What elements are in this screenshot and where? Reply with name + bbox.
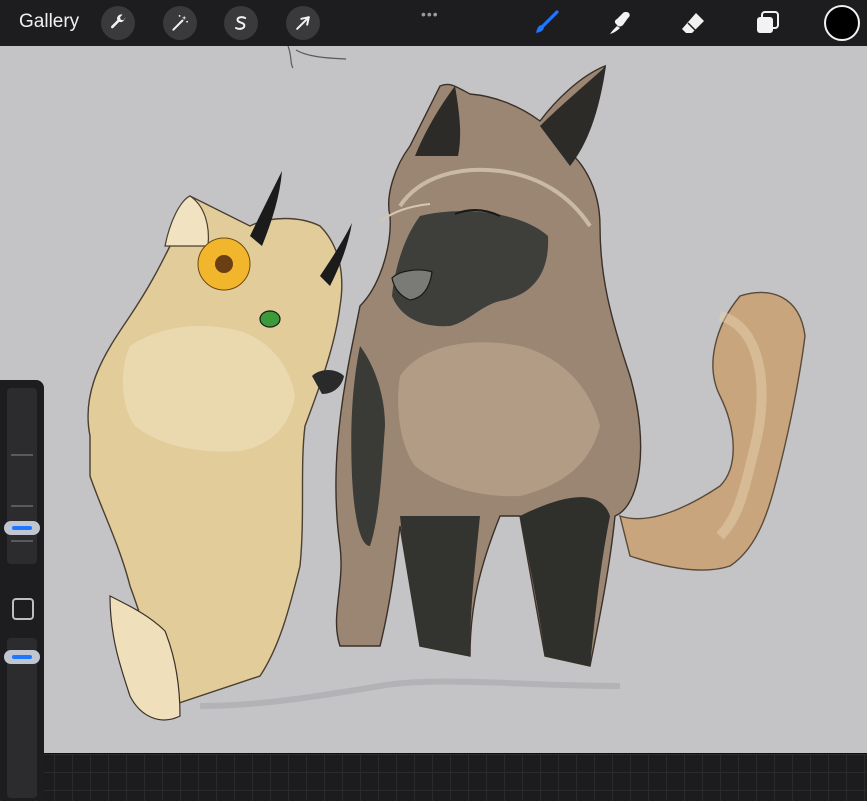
brush-opacity-thumb[interactable] — [4, 649, 40, 664]
brush-icon — [536, 10, 559, 33]
adjustments-button[interactable] — [163, 6, 197, 40]
eraser-tool-button[interactable] — [676, 6, 710, 40]
sunflower-accent — [197, 237, 251, 291]
color-picker-button[interactable] — [824, 5, 860, 41]
top-toolbar: Gallery ••• — [0, 0, 867, 46]
more-options-handle[interactable]: ••• — [421, 6, 439, 22]
artwork-illustration — [0, 46, 867, 753]
slider-tick — [11, 505, 33, 507]
brush-size-thumb[interactable] — [4, 520, 40, 535]
gallery-button[interactable]: Gallery — [19, 11, 79, 33]
drawing-canvas[interactable] — [0, 46, 867, 753]
eraser-icon — [682, 13, 704, 33]
slider-tick — [11, 540, 33, 542]
transform-button[interactable] — [286, 6, 320, 40]
brush-tool-button[interactable] — [529, 6, 563, 40]
wrench-icon — [110, 14, 126, 29]
workspace-background — [0, 753, 867, 801]
arrow-cursor-icon — [296, 16, 310, 30]
left-sidebar — [0, 380, 44, 800]
selection-s-icon — [235, 16, 247, 30]
selection-button[interactable] — [224, 6, 258, 40]
smudge-icon — [610, 12, 630, 34]
brush-size-slider[interactable] — [7, 388, 37, 564]
layers-button[interactable] — [750, 6, 784, 40]
layers-icon — [757, 11, 779, 33]
magic-wand-icon — [172, 15, 188, 31]
slider-tick — [11, 454, 33, 456]
modify-button[interactable] — [12, 598, 34, 620]
actions-button[interactable] — [101, 6, 135, 40]
smudge-tool-button[interactable] — [603, 6, 637, 40]
